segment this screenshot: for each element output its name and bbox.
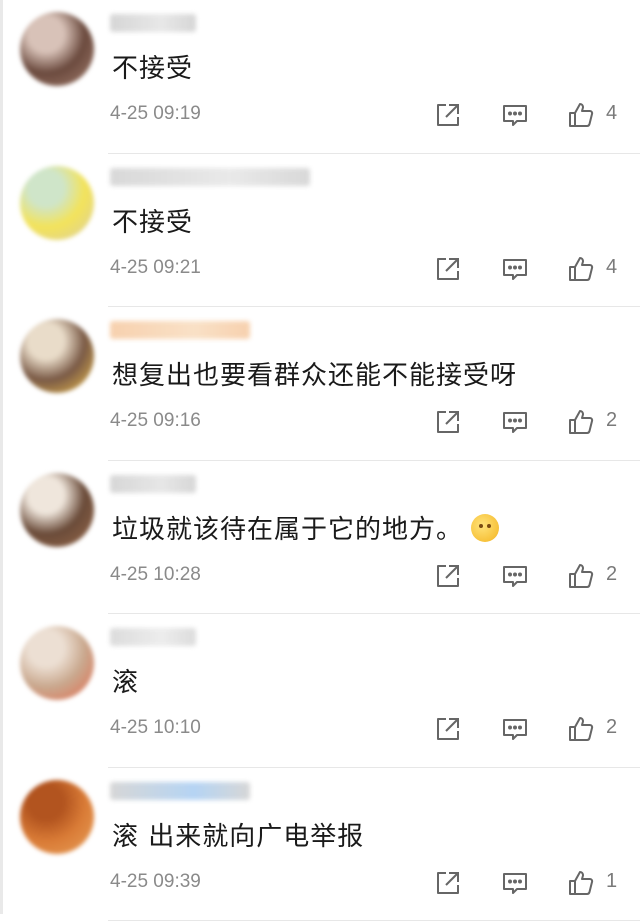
avatar[interactable] xyxy=(20,319,94,393)
comment-timestamp: 4-25 09:21 xyxy=(110,257,201,279)
comment-timestamp: 4-25 09:19 xyxy=(110,103,201,125)
username-blurred[interactable] xyxy=(110,168,310,186)
comment-timestamp: 4-25 09:16 xyxy=(110,410,201,432)
thumbs-up-icon[interactable] xyxy=(566,714,596,744)
comment-text-content: 不接受 xyxy=(112,54,193,84)
comment-item: 滚 出来就向广电举报 4-25 09:39 1 xyxy=(0,768,640,921)
like-count: 1 xyxy=(606,870,617,893)
comment-text: 垃圾就该待在属于它的地方。 xyxy=(112,513,499,547)
share-icon[interactable] xyxy=(433,407,463,437)
thumbs-up-icon[interactable] xyxy=(566,100,596,130)
share-icon[interactable] xyxy=(433,561,463,591)
comment-actions: 2 xyxy=(430,561,640,591)
reply-icon[interactable] xyxy=(500,714,530,744)
comment-actions: 4 xyxy=(430,254,640,284)
comment-item: 滚 4-25 10:10 2 xyxy=(0,614,640,768)
comment-timestamp: 4-25 10:10 xyxy=(110,717,201,739)
comment-text: 滚 出来就向广电举报 xyxy=(112,820,364,854)
comment-text-content: 滚 xyxy=(112,668,139,698)
username-blurred[interactable] xyxy=(110,475,196,493)
comment-text-content: 想复出也要看群众还能不能接受呀 xyxy=(112,361,517,391)
avatar[interactable] xyxy=(20,12,94,86)
comment-text: 想复出也要看群众还能不能接受呀 xyxy=(112,359,517,393)
like-count: 2 xyxy=(606,716,617,739)
share-icon[interactable] xyxy=(433,868,463,898)
comment-actions: 1 xyxy=(430,868,640,898)
comment-item: 想复出也要看群众还能不能接受呀 4-25 09:16 2 xyxy=(0,307,640,461)
reply-icon[interactable] xyxy=(500,254,530,284)
comment-list: 不接受 4-25 09:19 4 不接受 4-25 09:21 4 想复出也要看群众还能不能… xyxy=(0,0,640,921)
comment-item: 垃圾就该待在属于它的地方。 4-25 10:28 2 xyxy=(0,461,640,615)
like-count: 2 xyxy=(606,563,617,586)
reply-icon[interactable] xyxy=(500,100,530,130)
avatar[interactable] xyxy=(20,780,94,854)
username-blurred[interactable] xyxy=(110,628,196,646)
thumbs-up-icon[interactable] xyxy=(566,561,596,591)
thumbs-up-icon[interactable] xyxy=(566,254,596,284)
avatar[interactable] xyxy=(20,626,94,700)
avatar[interactable] xyxy=(20,166,94,240)
username-blurred[interactable] xyxy=(110,321,250,339)
comment-text-content: 垃圾就该待在属于它的地方。 xyxy=(112,515,463,545)
like-count: 2 xyxy=(606,409,617,432)
share-icon[interactable] xyxy=(433,254,463,284)
comment-item: 不接受 4-25 09:19 4 xyxy=(0,0,640,154)
reply-icon[interactable] xyxy=(500,561,530,591)
like-count: 4 xyxy=(606,256,617,279)
avatar[interactable] xyxy=(20,473,94,547)
comment-actions: 2 xyxy=(430,714,640,744)
comment-text-content: 不接受 xyxy=(112,208,193,238)
username-blurred[interactable] xyxy=(110,782,250,800)
username-blurred[interactable] xyxy=(110,14,196,32)
like-count: 4 xyxy=(606,102,617,125)
thumbs-up-icon[interactable] xyxy=(566,407,596,437)
thumbs-up-icon[interactable] xyxy=(566,868,596,898)
comment-text: 滚 xyxy=(112,666,139,700)
comment-item: 不接受 4-25 09:21 4 xyxy=(0,154,640,308)
reply-icon[interactable] xyxy=(500,868,530,898)
comment-text: 不接受 xyxy=(112,206,193,240)
share-icon[interactable] xyxy=(433,714,463,744)
share-icon[interactable] xyxy=(433,100,463,130)
reply-icon[interactable] xyxy=(500,407,530,437)
comment-text-content: 滚 出来就向广电举报 xyxy=(112,822,364,852)
comment-timestamp: 4-25 10:28 xyxy=(110,564,201,586)
comment-actions: 2 xyxy=(430,407,640,437)
comment-text: 不接受 xyxy=(112,52,193,86)
emoji-icon xyxy=(471,514,499,542)
comment-timestamp: 4-25 09:39 xyxy=(110,871,201,893)
comment-actions: 4 xyxy=(430,100,640,130)
